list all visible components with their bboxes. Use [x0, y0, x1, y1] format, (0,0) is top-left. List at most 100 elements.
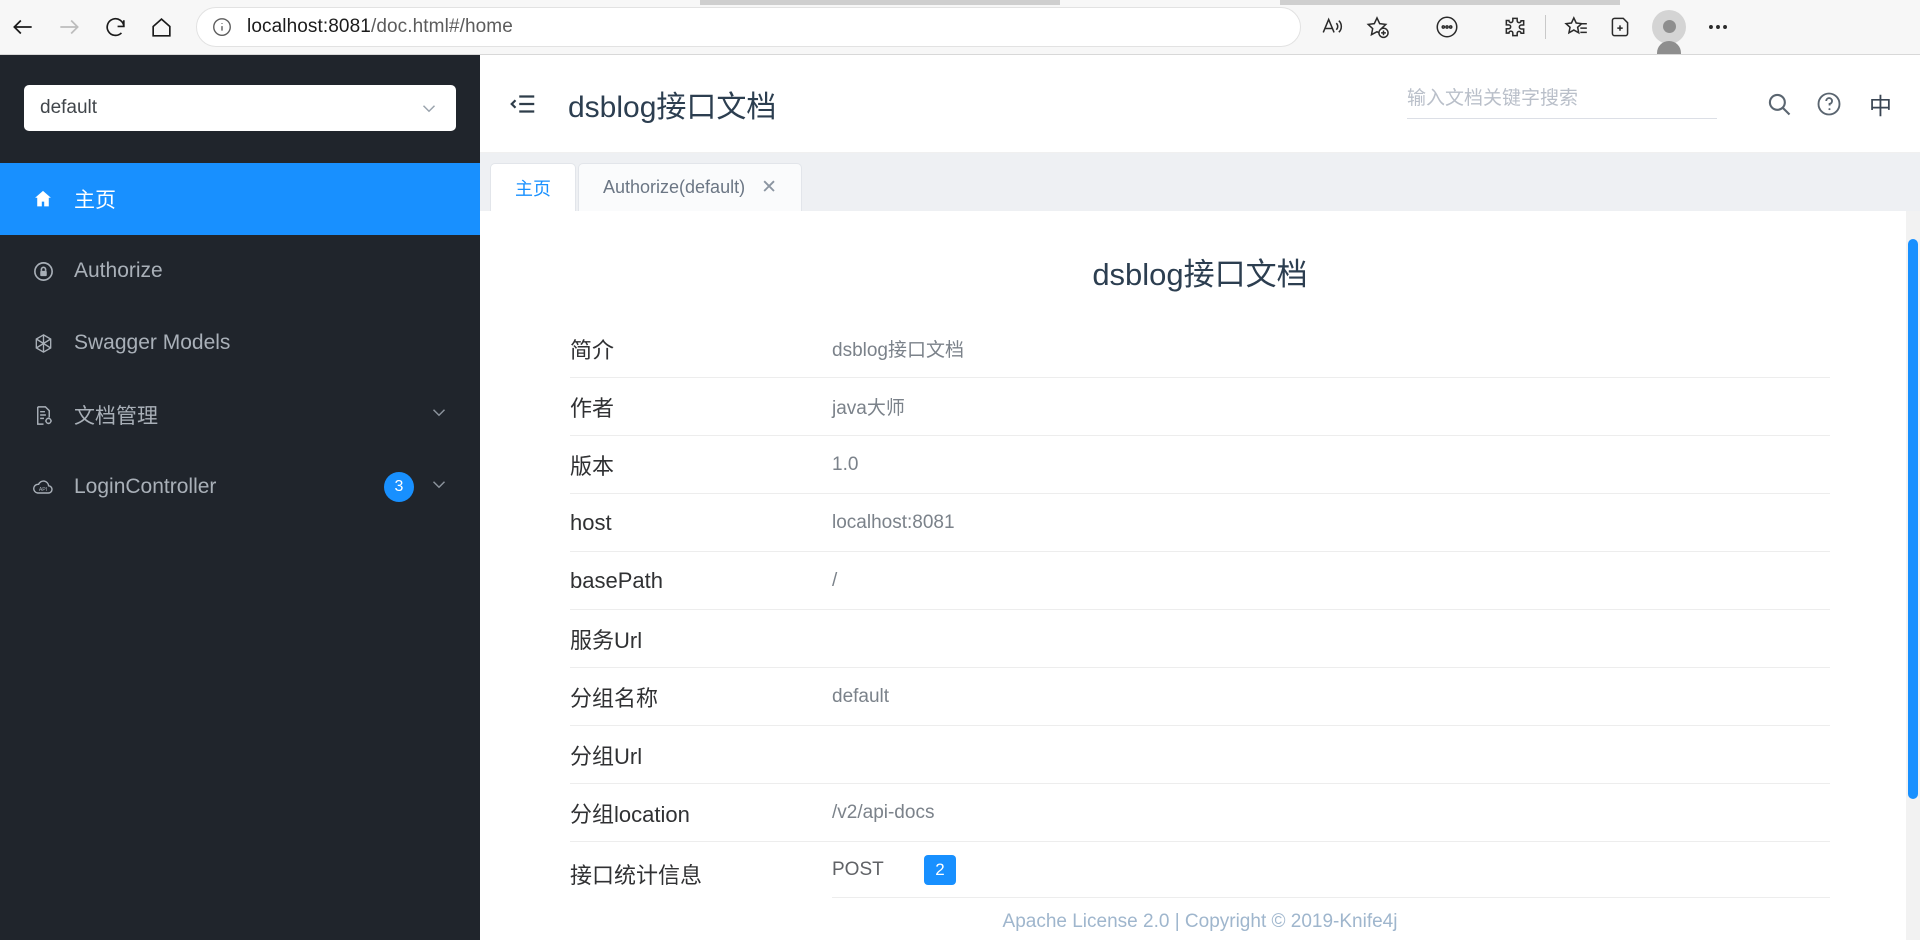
site-info-icon[interactable]	[211, 16, 233, 38]
row-label: 版本	[570, 453, 615, 479]
profile-avatar[interactable]	[1652, 10, 1686, 54]
row-label: 简介	[570, 337, 615, 363]
url-host: localhost:8081	[247, 16, 371, 37]
table-row: 服务Url	[570, 610, 1830, 668]
reload-icon	[105, 17, 125, 36]
settings-more-icon	[1709, 25, 1727, 29]
language-toggle[interactable]: 中	[1869, 87, 1892, 121]
row-label: 分组location	[570, 801, 690, 827]
row-value: dsblog接口文档	[832, 340, 964, 361]
forward-button[interactable]	[46, 7, 92, 47]
help-circle-icon[interactable]	[1815, 90, 1843, 118]
application-frame: default 主页 Authorize Swagger Models 文档管理…	[0, 55, 1920, 940]
chevron-down-icon[interactable]	[428, 401, 450, 429]
tab-bar: 主页 Authorize(default) ✕	[480, 153, 1920, 211]
avatar-body	[1657, 41, 1681, 54]
main-area: dsblog接口文档 中	[480, 55, 1920, 940]
forward-arrow-icon	[60, 19, 79, 35]
row-label: 接口统计信息	[570, 863, 703, 888]
sidebar: default 主页 Authorize Swagger Models 文档管理…	[0, 55, 480, 940]
row-label: 分组Url	[570, 743, 643, 769]
sidebar-item-authorize[interactable]: Authorize	[0, 235, 480, 307]
sidebar-item-swagger-models[interactable]: Swagger Models	[0, 307, 480, 379]
back-button[interactable]	[0, 7, 46, 47]
header-actions: 中	[1407, 87, 1920, 121]
svg-text:API: API	[39, 487, 47, 493]
extensions-button[interactable]	[1493, 7, 1537, 47]
search-icon[interactable]	[1765, 90, 1793, 118]
group-select-value: default	[40, 97, 98, 118]
row-value: java大师	[832, 398, 905, 419]
search-input[interactable]	[1407, 88, 1717, 110]
collections-button[interactable]	[1598, 7, 1642, 47]
browser-toolbar: localhost:8081/doc.html#/home	[0, 0, 1920, 55]
sidebar-item-label: 文档管理	[74, 405, 158, 428]
sidebar-item-logincontroller[interactable]: API LoginController 3	[0, 451, 480, 523]
group-select[interactable]: default	[24, 85, 456, 131]
extensions-icon	[1505, 17, 1525, 37]
table-row: 分组名称 default	[570, 668, 1830, 726]
table-row: 版本 1.0	[570, 436, 1830, 494]
home-button[interactable]	[138, 7, 184, 47]
favorites-button[interactable]	[1554, 7, 1598, 47]
sidebar-item-label: Authorize	[74, 259, 163, 282]
row-value: 1.0	[832, 453, 859, 475]
row-value: default	[832, 685, 890, 707]
page-title: dsblog接口文档	[568, 90, 777, 124]
browser-essentials-icon	[1436, 16, 1458, 38]
table-row: 分组Url	[570, 726, 1830, 784]
tab-strip-stub	[1280, 0, 1620, 5]
document-settings-icon	[30, 404, 56, 427]
main-header: dsblog接口文档 中	[480, 55, 1920, 153]
footer-copyright: Apache License 2.0 | Copyright © 2019-Kn…	[480, 904, 1920, 940]
home-icon	[151, 17, 171, 37]
row-value: /	[832, 569, 838, 591]
collapse-menu-icon[interactable]	[508, 89, 538, 119]
table-row: 简介 dsblog接口文档	[570, 320, 1830, 378]
chevron-down-icon[interactable]	[428, 473, 450, 501]
document-heading: dsblog接口文档	[1092, 257, 1308, 292]
document-info: dsblog接口文档 简介 dsblog接口文档 作者 java大师 版本 1.…	[480, 211, 1920, 940]
row-label: 分组名称	[570, 685, 659, 711]
tab-label: Authorize(default)	[603, 177, 746, 197]
settings-more-button[interactable]	[1696, 7, 1740, 47]
tab-authorize[interactable]: Authorize(default) ✕	[578, 163, 802, 211]
read-aloud-button[interactable]	[1311, 7, 1355, 47]
url-text: localhost:8081/doc.html#/home	[247, 16, 513, 38]
sidebar-item-label: 主页	[74, 189, 116, 212]
avatar-head	[1662, 20, 1676, 33]
http-method-label: POST	[832, 858, 884, 880]
chevron-down-icon	[422, 105, 436, 113]
back-arrow-icon	[13, 19, 32, 35]
statistics-item: POST 2	[832, 842, 1830, 898]
tab-home[interactable]: 主页	[490, 163, 576, 211]
reload-button[interactable]	[92, 7, 138, 47]
sidebar-item-label: LoginController	[74, 475, 217, 498]
sidebar-item-label: Swagger Models	[74, 331, 231, 354]
address-bar[interactable]: localhost:8081/doc.html#/home	[196, 7, 1301, 47]
read-aloud-icon	[1322, 17, 1343, 33]
add-favorite-icon	[1366, 16, 1389, 39]
table-row: 作者 java大师	[570, 378, 1830, 436]
collections-icon	[1611, 17, 1629, 37]
vertical-scrollbar[interactable]	[1906, 211, 1920, 940]
api-cloud-icon: API	[30, 475, 56, 499]
row-label: host	[570, 509, 612, 535]
add-favorite-button[interactable]	[1355, 7, 1399, 47]
sidebar-item-home[interactable]: 主页	[0, 163, 480, 235]
table-row: basePath /	[570, 552, 1830, 610]
sidebar-item-badge: 3	[384, 472, 414, 502]
search-field[interactable]	[1407, 88, 1717, 119]
table-row: 分组location /v2/api-docs	[570, 784, 1830, 842]
content-panel: dsblog接口文档 简介 dsblog接口文档 作者 java大师 版本 1.…	[480, 211, 1920, 940]
table-row: host localhost:8081	[570, 494, 1830, 552]
tab-strip-stub	[700, 0, 1060, 5]
lock-icon	[30, 260, 56, 283]
status-badge: 2	[924, 854, 956, 885]
close-icon[interactable]: ✕	[761, 176, 777, 199]
browser-essentials-button[interactable]	[1425, 7, 1469, 47]
sidebar-item-document-management[interactable]: 文档管理	[0, 379, 480, 451]
toolbar-divider	[1545, 15, 1546, 39]
tab-label: 主页	[515, 178, 551, 199]
scrollbar-thumb[interactable]	[1908, 239, 1918, 799]
